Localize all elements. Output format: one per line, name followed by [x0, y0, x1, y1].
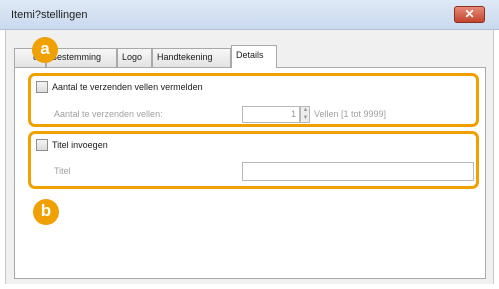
- count-input-value: 1: [290, 109, 296, 119]
- title-bar: Itemi?stellingen ✕: [0, 0, 499, 30]
- close-icon: ✕: [464, 7, 475, 21]
- count-spinner[interactable]: ▲ ▼: [300, 106, 310, 123]
- title-input[interactable]: [242, 162, 474, 181]
- callout-badge-a-letter: a: [40, 39, 50, 58]
- window-title: Itemi?stellingen: [11, 9, 88, 21]
- count-range-text: Vellen [1 tot 9999]: [314, 109, 387, 119]
- tab-label: Bestemming: [51, 52, 102, 62]
- chevron-up-icon[interactable]: ▲: [302, 107, 309, 114]
- tab-details[interactable]: Details: [231, 45, 277, 68]
- tab-label: Handtekening: [157, 52, 213, 62]
- count-input[interactable]: 1: [242, 106, 300, 123]
- count-field-label: Aantal te verzenden vellen:: [54, 109, 163, 119]
- settings-dialog: Itemi?stellingen ✕ ur Bestemming Logo Ha…: [0, 0, 499, 289]
- callout-badge-b-letter: b: [40, 201, 52, 220]
- title-checkbox[interactable]: [36, 139, 48, 151]
- count-checkbox-label: Aantal te verzenden vellen vermelden: [52, 82, 203, 92]
- close-button[interactable]: ✕: [454, 6, 485, 23]
- tab-handtekening[interactable]: Handtekening: [152, 48, 231, 67]
- count-checkbox[interactable]: [36, 81, 48, 93]
- title-field-label: Titel: [54, 166, 71, 176]
- tab-label: Logo: [122, 52, 143, 62]
- title-checkbox-label: Titel invoegen: [52, 140, 108, 150]
- tab-label: Details: [236, 50, 264, 60]
- tab-logo[interactable]: Logo: [117, 48, 152, 67]
- callout-badge-a: a: [32, 37, 58, 63]
- callout-badge-b: b: [33, 199, 59, 225]
- chevron-down-icon[interactable]: ▼: [302, 115, 309, 122]
